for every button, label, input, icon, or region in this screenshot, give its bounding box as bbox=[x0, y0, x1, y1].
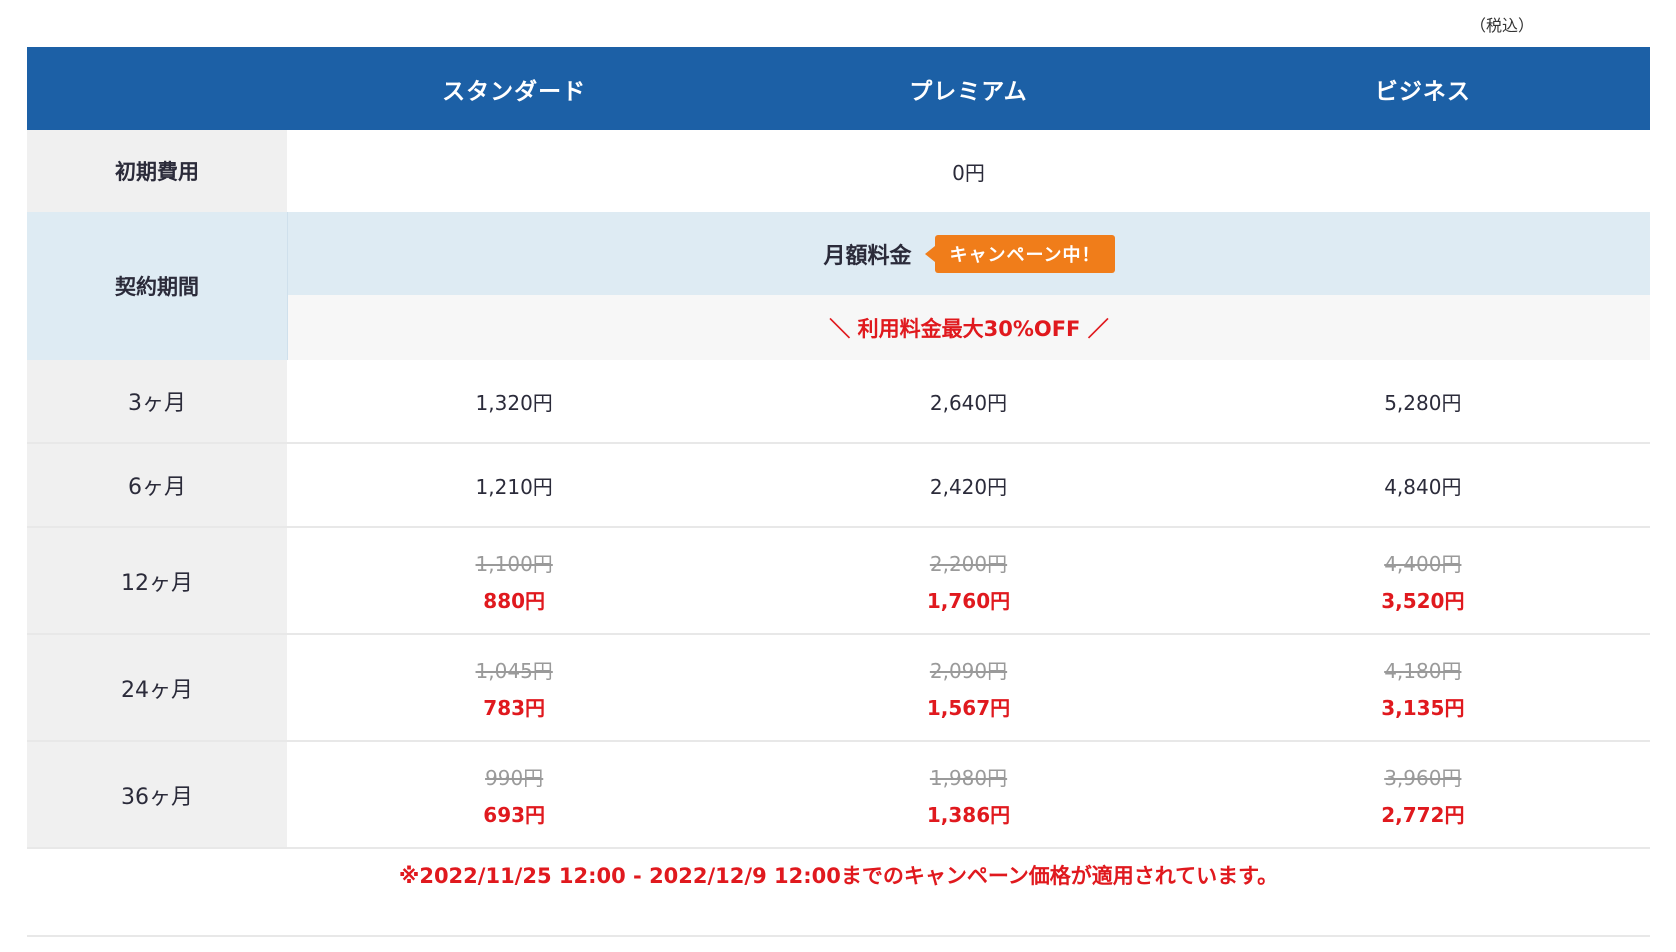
price-cells: 1,210円 2,420円 4,840円 bbox=[287, 444, 1650, 526]
campaign-price: 783円 bbox=[483, 695, 546, 720]
price-cells: 1,045円 783円 2,090円 1,567円 4,180円 3,135円 bbox=[287, 635, 1650, 740]
regular-price: 1,210円 bbox=[475, 474, 553, 499]
price-row: 3ヶ月 1,320円 2,640円 5,280円 bbox=[27, 360, 1650, 444]
regular-price: 4,840円 bbox=[1384, 474, 1462, 499]
contract-period-label: 契約期間 bbox=[27, 212, 288, 360]
price-row: 12ヶ月 1,100円 880円 2,200円 1,760円 4,400円 3,520円 bbox=[27, 528, 1650, 635]
price-row: 6ヶ月 1,210円 2,420円 4,840円 bbox=[27, 444, 1650, 528]
plan-premium-header: プレミアム bbox=[909, 78, 1028, 105]
price-cell: 1,980円 1,386円 bbox=[741, 742, 1195, 847]
campaign-price: 2,772円 bbox=[1381, 802, 1465, 827]
original-price: 2,090円 bbox=[929, 658, 1008, 683]
original-price: 990円 bbox=[485, 765, 544, 790]
price-rows: 3ヶ月 1,320円 2,640円 5,280円 6ヶ月 1,210円 2,420円 4,84… bbox=[27, 360, 1650, 849]
original-price: 1,980円 bbox=[929, 765, 1008, 790]
price-cell: 4,180円 3,135円 bbox=[1196, 635, 1650, 740]
price-cells: 1,100円 880円 2,200円 1,760円 4,400円 3,520円 bbox=[287, 528, 1650, 633]
price-cell: 4,840円 bbox=[1196, 444, 1650, 526]
period-label: 3ヶ月 bbox=[27, 360, 287, 442]
contract-period-row: 契約期間 月額料金 キャンペーン中！ ＼ 利用料金最大30%OFF ／ bbox=[27, 212, 1650, 360]
original-price: 1,100円 bbox=[475, 551, 553, 576]
price-cell: 4,400円 3,520円 bbox=[1196, 528, 1650, 633]
campaign-price: 1,386円 bbox=[926, 802, 1011, 827]
plan-header-row: スタンダード プレミアム ビジネス bbox=[27, 47, 1650, 130]
monthly-fee-bar: 月額料金 キャンペーン中！ bbox=[288, 212, 1650, 295]
bottom-divider bbox=[27, 935, 1650, 937]
price-cell: 2,420円 bbox=[741, 444, 1195, 526]
regular-price: 5,280円 bbox=[1384, 390, 1462, 415]
price-cell: 1,045円 783円 bbox=[287, 635, 741, 740]
monthly-fee-header: 月額料金 キャンペーン中！ ＼ 利用料金最大30%OFF ／ bbox=[288, 212, 1650, 360]
campaign-price: 880円 bbox=[483, 588, 546, 613]
monthly-fee-label: 月額料金 bbox=[823, 243, 912, 269]
initial-fee-label: 初期費用 bbox=[27, 130, 287, 212]
price-cell: 3,960円 2,772円 bbox=[1196, 742, 1650, 847]
initial-fee-value: 0円 bbox=[287, 130, 1650, 212]
period-label: 36ヶ月 bbox=[27, 742, 287, 847]
original-price: 4,180円 bbox=[1384, 658, 1462, 683]
price-cell: 1,100円 880円 bbox=[287, 528, 741, 633]
initial-fee-row: 初期費用 0円 bbox=[27, 130, 1650, 212]
period-label: 12ヶ月 bbox=[27, 528, 287, 633]
price-cell: 1,320円 bbox=[287, 360, 741, 442]
campaign-price: 3,135円 bbox=[1381, 695, 1465, 720]
discount-banner: ＼ 利用料金最大30%OFF ／ bbox=[288, 295, 1650, 360]
campaign-price: 3,520円 bbox=[1381, 588, 1465, 613]
campaign-footnote: ※2022/11/25 12:00 - 2022/12/9 12:00までのキャ… bbox=[398, 864, 1279, 888]
price-cells: 1,320円 2,640円 5,280円 bbox=[287, 360, 1650, 442]
price-row: 36ヶ月 990円 693円 1,980円 1,386円 3,960円 2,772円 bbox=[27, 742, 1650, 849]
plan-standard-header: スタンダード bbox=[442, 78, 587, 105]
campaign-price: 1,567円 bbox=[926, 695, 1011, 720]
price-cell: 2,640円 bbox=[741, 360, 1195, 442]
pricing-table: スタンダード プレミアム ビジネス 初期費用 0円 契約期間 月額料金 キャンペ… bbox=[27, 47, 1650, 849]
campaign-badge: キャンペーン中！ bbox=[925, 234, 1115, 273]
regular-price: 1,320円 bbox=[475, 390, 553, 415]
regular-price: 2,640円 bbox=[929, 390, 1008, 415]
original-price: 4,400円 bbox=[1384, 551, 1462, 576]
price-cell: 5,280円 bbox=[1196, 360, 1650, 442]
header-corner bbox=[27, 47, 287, 130]
price-cell: 2,200円 1,760円 bbox=[741, 528, 1195, 633]
price-cell: 2,090円 1,567円 bbox=[741, 635, 1195, 740]
period-label: 6ヶ月 bbox=[27, 444, 287, 526]
original-price: 1,045円 bbox=[475, 658, 553, 683]
campaign-price: 1,760円 bbox=[926, 588, 1011, 613]
original-price: 3,960円 bbox=[1384, 765, 1462, 790]
price-cells: 990円 693円 1,980円 1,386円 3,960円 2,772円 bbox=[287, 742, 1650, 847]
price-cell: 1,210円 bbox=[287, 444, 741, 526]
period-label: 24ヶ月 bbox=[27, 635, 287, 740]
regular-price: 2,420円 bbox=[929, 474, 1008, 499]
plan-business-header: ビジネス bbox=[1374, 78, 1471, 105]
price-cell: 990円 693円 bbox=[287, 742, 741, 847]
campaign-price: 693円 bbox=[483, 802, 546, 827]
tax-included-note: （税込） bbox=[1469, 16, 1534, 35]
original-price: 2,200円 bbox=[929, 551, 1008, 576]
price-row: 24ヶ月 1,045円 783円 2,090円 1,567円 4,180円 3,135円 bbox=[27, 635, 1650, 742]
